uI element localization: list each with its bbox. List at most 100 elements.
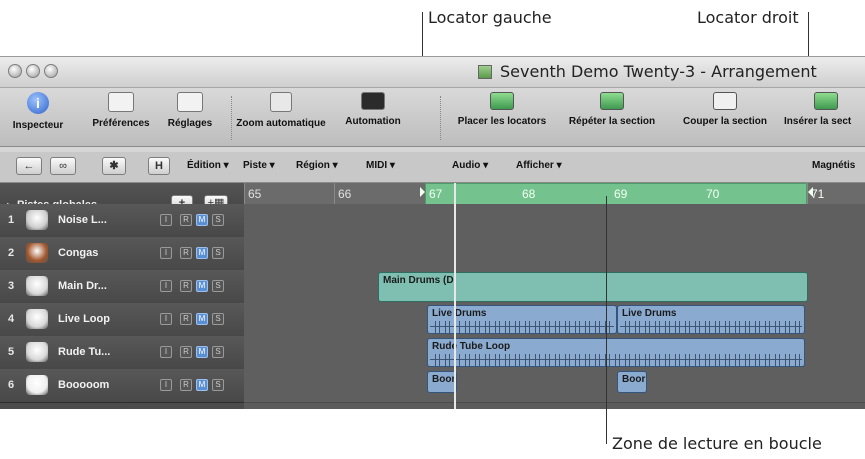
hide-button[interactable]: H — [148, 157, 170, 175]
record-enable-button[interactable]: R — [180, 379, 192, 391]
input-monitor-button[interactable]: I — [160, 346, 172, 358]
set-locators-button[interactable]: Placer les locators — [450, 92, 554, 127]
drum-kit-icon — [26, 243, 48, 263]
menu-edit-label: Édition — [187, 160, 221, 171]
link-button[interactable]: ∞ — [50, 157, 76, 175]
cut-section-label: Couper la section — [683, 116, 767, 127]
region-rude-tube[interactable]: Rude Tube Loop — [427, 338, 805, 367]
window-title: Seventh Demo Twenty-3 - Arrangement — [478, 62, 817, 81]
solo-button[interactable]: S — [212, 379, 224, 391]
zoom-auto-button[interactable]: Zoom automatique — [233, 92, 329, 129]
input-monitor-button[interactable]: I — [160, 247, 172, 259]
mute-button[interactable]: M — [196, 214, 208, 226]
toolbar: i Inspecteur Préférences Réglages Zoom a… — [0, 88, 865, 147]
region-main-drums[interactable]: Main Drums (D — [378, 272, 808, 302]
bar-number: 71 — [811, 187, 825, 201]
mute-button[interactable]: M — [196, 379, 208, 391]
back-button[interactable]: ← — [16, 157, 42, 175]
bar-number: 70 — [706, 187, 720, 201]
cut-section-button[interactable]: Couper la section — [675, 92, 775, 127]
menu-midi[interactable]: MIDI ▾ — [366, 160, 395, 171]
waveform — [620, 321, 802, 333]
track-name[interactable]: Main Dr... — [58, 280, 107, 292]
record-enable-button[interactable]: R — [180, 247, 192, 259]
solo-button[interactable]: S — [212, 247, 224, 259]
region-live-drums-2[interactable]: Live Drums — [617, 305, 805, 334]
region-boom-2[interactable]: Boor — [617, 371, 647, 393]
solo-button[interactable]: S — [212, 313, 224, 325]
track-name[interactable]: Noise L... — [58, 214, 107, 226]
track-name[interactable]: Live Loop — [58, 313, 110, 325]
insert-section-button[interactable]: Insérer la sect — [784, 92, 865, 127]
arrange-area: 65 66 67 68 69 70 71 Main Drums (D Live Drums Li… — [244, 183, 865, 409]
settings-button[interactable]: Réglages — [162, 92, 218, 129]
automation-button[interactable]: Automation — [342, 92, 404, 127]
track-number: 1 — [8, 214, 15, 226]
record-enable-button[interactable]: R — [180, 346, 192, 358]
zoom-button[interactable] — [44, 64, 58, 78]
bar-number: 65 — [248, 187, 262, 201]
solo-button[interactable]: S — [212, 214, 224, 226]
automation-icon — [361, 92, 385, 110]
minimize-button[interactable] — [26, 64, 40, 78]
preferences-button[interactable]: Préférences — [86, 92, 156, 129]
record-enable-button[interactable]: R — [180, 280, 192, 292]
record-enable-button[interactable]: R — [180, 214, 192, 226]
snap-label[interactable]: Magnétis — [812, 160, 855, 171]
region-name: Main Drums (D — [383, 275, 454, 286]
close-button[interactable] — [8, 64, 22, 78]
track-header[interactable]: 5 Rude Tu... I R M S — [0, 336, 244, 370]
track-lane[interactable] — [244, 369, 865, 403]
track-header[interactable]: 4 Live Loop I R M S — [0, 303, 244, 337]
menu-region[interactable]: Région ▾ — [296, 160, 338, 171]
repeat-section-button[interactable]: Répéter la section — [562, 92, 662, 127]
mute-button[interactable]: M — [196, 247, 208, 259]
zoom-auto-label: Zoom automatique — [236, 118, 326, 129]
input-monitor-button[interactable]: I — [160, 214, 172, 226]
repeat-section-icon — [600, 92, 624, 110]
region-boom-1[interactable]: Boor — [427, 371, 457, 393]
input-monitor-button[interactable]: I — [160, 379, 172, 391]
inspector-button[interactable]: i Inspecteur — [4, 92, 72, 131]
menu-track[interactable]: Piste ▾ — [243, 160, 275, 171]
document-icon — [478, 65, 492, 79]
region-name: Rude Tube Loop — [432, 341, 511, 352]
track-lane[interactable] — [244, 237, 865, 271]
menu-audio[interactable]: Audio ▾ — [452, 160, 488, 171]
track-header[interactable]: 1 Noise L... I R M S — [0, 204, 244, 238]
track-header[interactable]: 6 Booooom I R M S — [0, 369, 244, 403]
preferences-label: Préférences — [92, 118, 150, 129]
input-monitor-button[interactable]: I — [160, 280, 172, 292]
track-lane[interactable] — [244, 204, 865, 238]
menu-view[interactable]: Afficher ▾ — [516, 160, 562, 171]
playhead[interactable] — [454, 183, 456, 409]
toolbar-separator — [440, 96, 441, 140]
track-name[interactable]: Booooom — [58, 379, 109, 391]
menu-audio-label: Audio — [452, 160, 481, 171]
region-name: Boor — [432, 374, 456, 385]
waveform — [430, 354, 802, 366]
record-enable-button[interactable]: R — [180, 313, 192, 325]
track-number: 2 — [8, 247, 15, 259]
local-menu-bar: ← ∞ ✱ H Édition ▾ Piste ▾ Région ▾ MIDI … — [0, 152, 865, 183]
menu-edit[interactable]: Édition ▾ — [187, 160, 229, 171]
callout-line-cycle-zone — [606, 196, 607, 444]
mute-button[interactable]: M — [196, 280, 208, 292]
input-monitor-button[interactable]: I — [160, 313, 172, 325]
region-name: Live Drums — [622, 308, 677, 319]
solo-button[interactable]: S — [212, 346, 224, 358]
automation-label: Automation — [345, 116, 401, 127]
track-name[interactable]: Congas — [58, 247, 98, 259]
mute-button[interactable]: M — [196, 346, 208, 358]
waveform — [430, 321, 614, 333]
solo-button[interactable]: S — [212, 280, 224, 292]
drum-kit-icon — [26, 375, 48, 395]
insert-section-icon — [814, 92, 838, 110]
left-locator-marker[interactable] — [420, 187, 425, 197]
track-name[interactable]: Rude Tu... — [58, 346, 110, 358]
mute-button[interactable]: M — [196, 313, 208, 325]
catch-button[interactable]: ✱ — [102, 157, 126, 175]
track-header[interactable]: 2 Congas I R M S — [0, 237, 244, 271]
drum-kit-icon — [26, 342, 48, 362]
track-header[interactable]: 3 Main Dr... I R M S — [0, 270, 244, 304]
